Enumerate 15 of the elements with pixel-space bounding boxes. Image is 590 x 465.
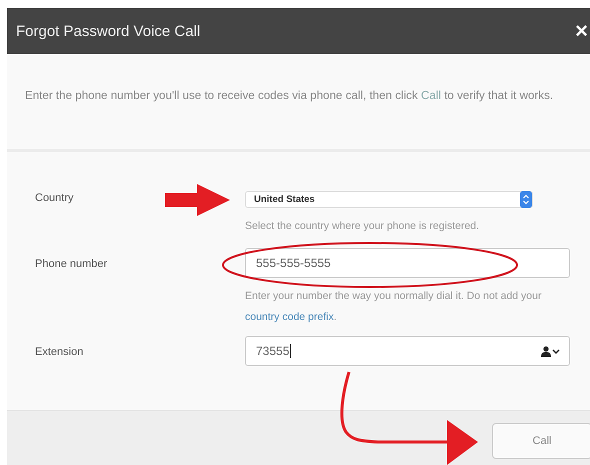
call-button[interactable]: Call bbox=[492, 423, 590, 459]
field-hint: Enter your number the way you normally dial it. Do not add your country code prefix. bbox=[245, 289, 542, 325]
instructions-text: Enter the phone number you'll use to receive codes via phone call, then click Call to verify that it works. bbox=[25, 89, 554, 102]
contact-dropdown-icon bbox=[541, 346, 561, 356]
country-select[interactable]: United States bbox=[245, 191, 533, 208]
extension-field[interactable]: 73555 bbox=[245, 336, 570, 366]
dialog-title: Forgot Password Voice Call bbox=[16, 22, 200, 40]
close-button[interactable]: × bbox=[573, 20, 590, 42]
country-code-link[interactable]: country code prefix bbox=[245, 311, 334, 323]
dropdown-arrows-icon bbox=[520, 191, 532, 208]
field-label: Phone number bbox=[35, 257, 108, 272]
field-label: Extension bbox=[35, 345, 84, 360]
field-hint: Select the country where your phone is registered. bbox=[245, 219, 480, 234]
phone-number-field[interactable]: 555-555-5555 bbox=[245, 248, 570, 278]
field-label: Country bbox=[35, 191, 75, 206]
